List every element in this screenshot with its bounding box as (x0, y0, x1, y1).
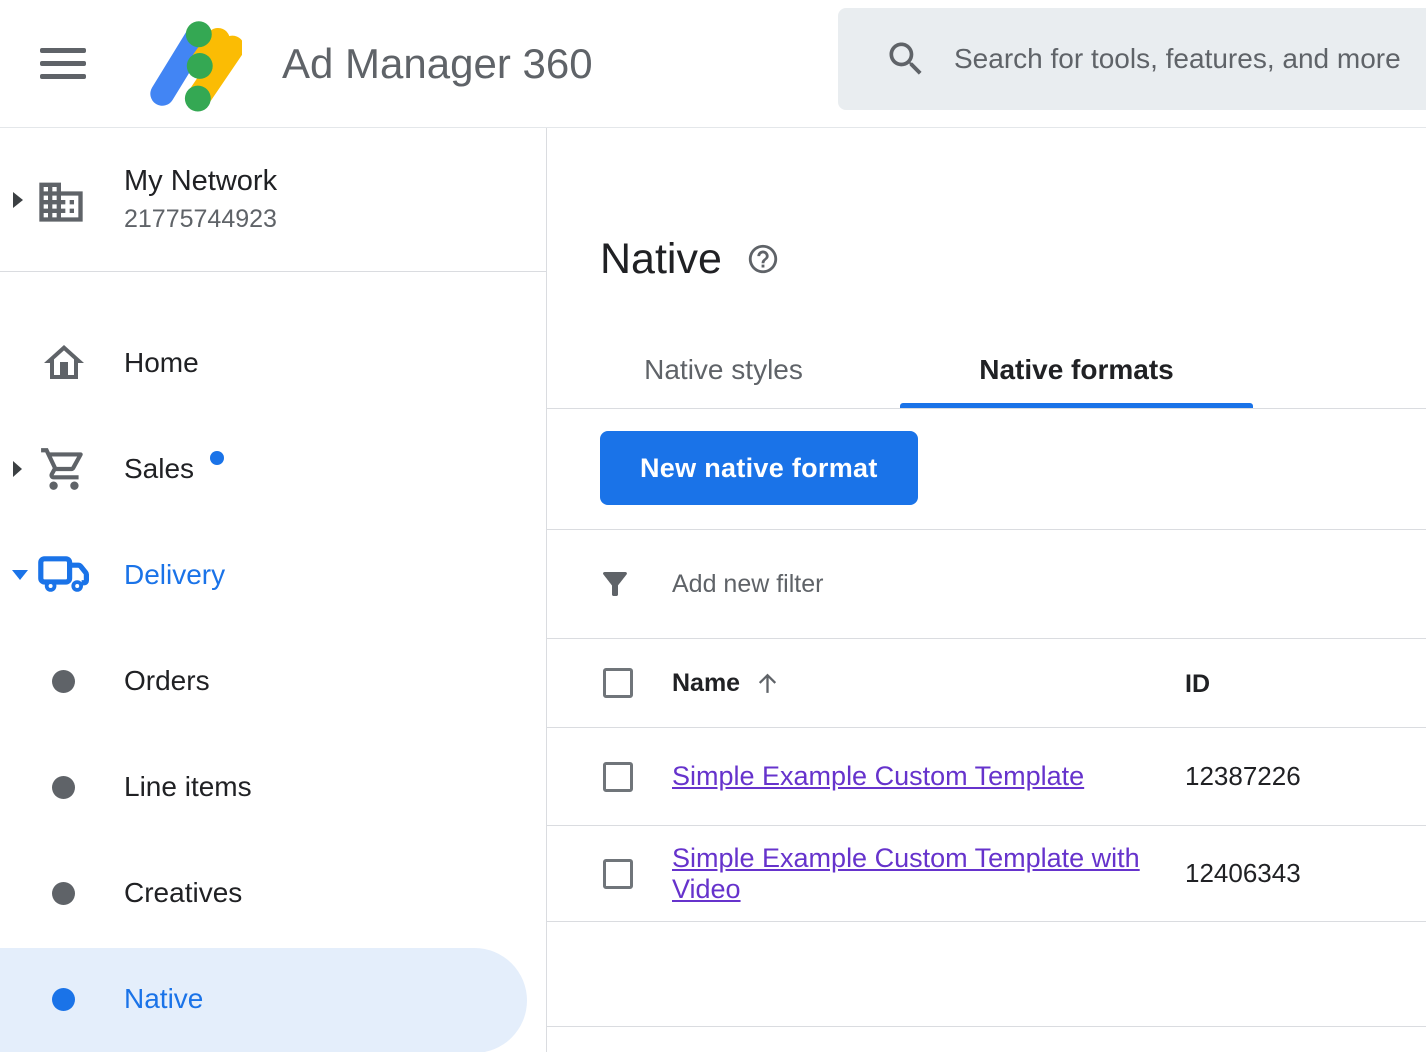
sidebar-item-label: Home (124, 347, 199, 379)
sidebar-item-home[interactable]: Home (0, 310, 546, 416)
app-title: Ad Manager 360 (282, 40, 593, 88)
sidebar-nav: Home Sales (0, 272, 546, 1052)
sort-ascending-icon (754, 670, 781, 697)
search-placeholder: Search for tools, features, and more (954, 43, 1401, 75)
row-id: 12387226 (1185, 761, 1426, 792)
add-filter-bar[interactable]: Add new filter (547, 530, 1426, 639)
sidebar-item-native[interactable]: Native (0, 946, 546, 1052)
sidebar-item-sales[interactable]: Sales (0, 416, 546, 522)
delivery-collapse-caret-icon[interactable] (12, 570, 28, 580)
search-icon (884, 37, 928, 81)
row-id: 12406343 (1185, 858, 1426, 889)
network-name: My Network (124, 165, 546, 198)
ad-manager-logo (146, 14, 242, 114)
column-header-id: ID (1185, 670, 1210, 698)
table-row: Simple Example Custom Template with Vide… (547, 826, 1426, 922)
new-native-format-button[interactable]: New native format (600, 431, 918, 505)
tab-native-formats[interactable]: Native formats (900, 331, 1253, 408)
filter-icon (597, 566, 633, 602)
bullet-dot-icon (52, 988, 75, 1011)
top-app-bar: Ad Manager 360 Search for tools, feature… (0, 0, 1426, 128)
search-input[interactable]: Search for tools, features, and more (838, 8, 1426, 110)
sidebar-item-label: Delivery (124, 559, 225, 591)
home-icon (38, 339, 90, 387)
network-code: 21775744923 (124, 205, 546, 234)
sidebar: My Network 21775744923 Home (0, 128, 547, 1052)
select-all-checkbox[interactable] (603, 668, 633, 698)
sidebar-item-label: Creatives (124, 877, 242, 909)
notification-dot (210, 451, 224, 465)
page-title: Native (600, 233, 722, 285)
tab-bar: Native styles Native formats (547, 331, 1426, 409)
sales-expand-caret-icon[interactable] (13, 461, 22, 477)
tab-native-styles[interactable]: Native styles (547, 331, 900, 408)
sidebar-item-label: Orders (124, 665, 210, 697)
truck-icon (38, 554, 90, 596)
bullet-dot-icon (52, 776, 75, 799)
sidebar-item-label: Native (124, 983, 203, 1015)
sidebar-item-orders[interactable]: Orders (0, 628, 546, 734)
main-content: Native Native styles Native formats New … (547, 128, 1426, 1052)
row-checkbox[interactable] (603, 762, 633, 792)
table-header-row: Name ID (547, 639, 1426, 728)
bullet-dot-icon (52, 882, 75, 905)
bullet-dot-icon (52, 670, 75, 693)
network-expand-caret-icon[interactable] (13, 192, 23, 208)
cart-icon (38, 444, 90, 494)
sidebar-item-label: Sales (124, 453, 224, 485)
sidebar-item-label: Line items (124, 771, 252, 803)
sidebar-item-delivery[interactable]: Delivery (0, 522, 546, 628)
table-row: Simple Example Custom Template 12387226 (547, 728, 1426, 826)
help-icon[interactable] (746, 242, 780, 276)
sidebar-item-line-items[interactable]: Line items (0, 734, 546, 840)
add-filter-label: Add new filter (672, 570, 823, 599)
building-icon (35, 176, 87, 224)
column-header-name[interactable]: Name (672, 669, 781, 698)
network-selector[interactable]: My Network 21775744923 (0, 128, 546, 272)
sidebar-item-creatives[interactable]: Creatives (0, 840, 546, 946)
native-format-link[interactable]: Simple Example Custom Template with Vide… (672, 843, 1140, 904)
hamburger-menu-icon[interactable] (40, 40, 86, 87)
row-checkbox[interactable] (603, 859, 633, 889)
table-empty-row (547, 922, 1426, 1027)
native-format-link[interactable]: Simple Example Custom Template (672, 761, 1084, 791)
